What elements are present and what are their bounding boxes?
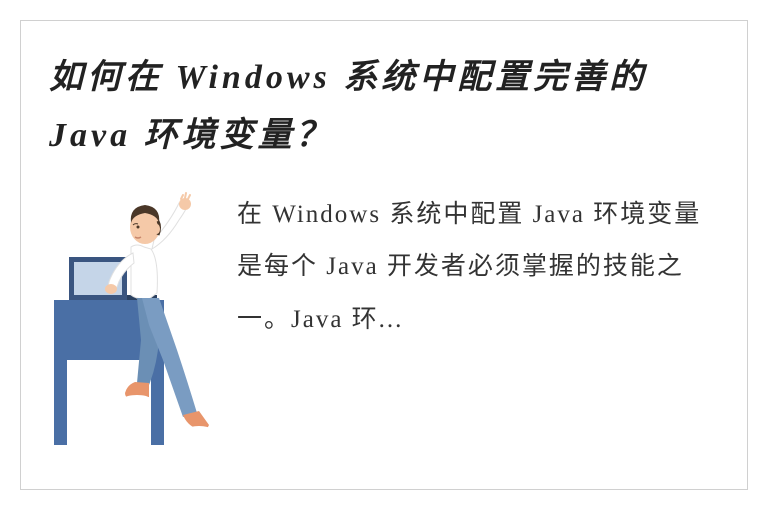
person-torso [131, 245, 157, 299]
person-illustration [49, 185, 229, 445]
content-row: 在 Windows 系统中配置 Java 环境变量是每个 Java 开发者必须掌… [49, 185, 719, 445]
article-title: 如何在 Windows 系统中配置完善的 Java 环境变量？ [49, 49, 719, 165]
article-card: 如何在 Windows 系统中配置完善的 Java 环境变量？ [20, 20, 748, 490]
article-body: 在 Windows 系统中配置 Java 环境变量是每个 Java 开发者必须掌… [229, 185, 719, 347]
